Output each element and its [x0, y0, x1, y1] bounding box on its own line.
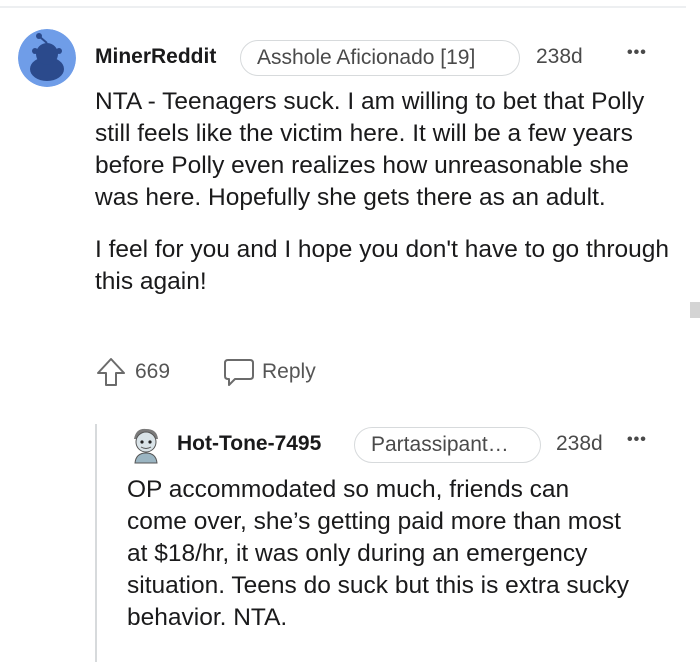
comment-body: NTA - Teenagers suck. I am willing to be… [95, 86, 670, 298]
comment-age: 238d [536, 45, 583, 68]
reply-bubble-icon [224, 359, 254, 386]
comment-paragraph: NTA - Teenagers suck. I am willing to be… [95, 88, 645, 211]
cartoon-avatar-icon [134, 428, 158, 464]
thread-line[interactable] [95, 424, 97, 662]
reply-button[interactable]: Reply [222, 356, 316, 388]
reply-paragraph: OP accommodated so much, friends can com… [127, 476, 630, 631]
more-options-icon[interactable]: ••• [627, 431, 647, 449]
upvote-button[interactable]: 669 [95, 356, 170, 388]
reply-username[interactable]: Hot-Tone-7495 [177, 432, 321, 456]
default-avatar-icon [18, 29, 76, 87]
scrollbar-handle[interactable] [690, 302, 700, 318]
upvote-arrow-icon [97, 358, 125, 386]
comment-username[interactable]: MinerReddit [95, 45, 216, 69]
comment-paragraph: I feel for you and I hope you don't have… [95, 236, 670, 295]
user-flair: Asshole Aficionado [19] [240, 40, 520, 76]
reply-label: Reply [262, 360, 316, 383]
upvote-count: 669 [135, 360, 171, 383]
more-options-icon[interactable]: ••• [627, 44, 647, 62]
reply-flair: Partassipant… [354, 427, 541, 463]
reply-age: 238d [556, 432, 603, 455]
reply-avatar[interactable] [128, 425, 164, 465]
reply-body: OP accommodated so much, friends can com… [127, 474, 632, 634]
avatar[interactable] [18, 29, 76, 87]
top-divider [0, 6, 686, 8]
